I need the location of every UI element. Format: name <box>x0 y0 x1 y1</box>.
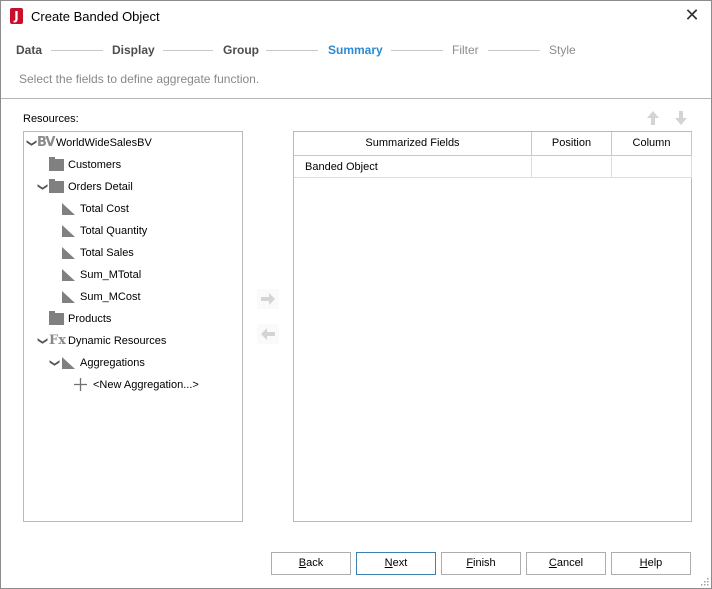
measure-icon <box>62 291 75 303</box>
resize-grip-icon[interactable] <box>699 576 709 586</box>
step-connector <box>266 50 318 51</box>
tree-item-total-sales[interactable]: Total Sales <box>24 243 242 263</box>
button-rest: elp <box>647 557 663 569</box>
button-rest: inish <box>473 557 496 569</box>
step-connector <box>163 50 213 51</box>
step-connector <box>391 50 443 51</box>
tree-item-orders-detail[interactable]: ❯ Orders Detail <box>24 177 242 197</box>
tree-item-aggregations[interactable]: ❯ Aggregations <box>24 353 242 373</box>
tree-item-label: WorldWideSalesBV <box>56 137 152 149</box>
move-down-button[interactable] <box>670 108 692 128</box>
finish-button[interactable]: Finish <box>441 552 521 575</box>
tree-item-label: Sum_MTotal <box>80 269 142 281</box>
tree-item-label: Sum_MCost <box>80 291 141 303</box>
tree-item-label: Aggregations <box>80 357 145 369</box>
tree-item-label: Orders Detail <box>68 181 133 193</box>
table-cell-position[interactable] <box>532 156 612 178</box>
folder-icon <box>49 311 64 325</box>
measure-icon <box>62 247 75 259</box>
step-style: Style <box>549 43 576 57</box>
tree-item-sum-mtotal[interactable]: Sum_MTotal <box>24 265 242 285</box>
cancel-button[interactable]: Cancel <box>526 552 606 575</box>
column-header-summarized-fields[interactable]: Summarized Fields <box>294 132 532 156</box>
function-icon: Fx <box>49 333 66 348</box>
tree-item-label: Dynamic Resources <box>68 335 167 347</box>
mnemonic: B <box>298 557 307 569</box>
tree-item-worldwidesalesbv[interactable]: ❯ BV WorldWideSalesBV <box>24 133 242 153</box>
tree-item-total-cost[interactable]: Total Cost <box>24 199 242 219</box>
button-rest: ancel <box>556 557 584 569</box>
tree-item-products[interactable]: Products <box>24 309 242 329</box>
tree-item-label: Total Quantity <box>80 225 148 237</box>
measure-icon <box>62 225 75 237</box>
tree-item-dynamic-resources[interactable]: ❯ Fx Dynamic Resources <box>24 331 242 351</box>
resources-label: Resources: <box>23 113 79 125</box>
header-divider <box>1 98 711 99</box>
tree-item-label: Customers <box>68 159 122 171</box>
measure-icon <box>62 269 75 281</box>
next-button[interactable]: Next <box>356 552 436 575</box>
tree-item-label: <New Aggregation...> <box>93 379 199 391</box>
step-display: Display <box>112 43 155 57</box>
column-header-position[interactable]: Position <box>532 132 612 156</box>
plus-icon <box>74 378 87 391</box>
mnemonic: N <box>384 557 393 569</box>
arrow-down-icon <box>675 111 687 125</box>
step-group: Group <box>223 43 259 57</box>
move-up-button[interactable] <box>642 108 664 128</box>
resources-tree[interactable]: ❯ BV WorldWideSalesBV Customers ❯ Orders… <box>23 131 243 522</box>
app-logo-icon: J <box>10 8 23 24</box>
tree-item-customers[interactable]: Customers <box>24 155 242 175</box>
add-field-button[interactable] <box>257 289 279 309</box>
folder-icon <box>49 157 64 171</box>
dialog-title: Create Banded Object <box>31 9 160 24</box>
table-cell-column[interactable] <box>612 156 692 178</box>
step-connector <box>488 50 540 51</box>
column-header-column[interactable]: Column <box>612 132 692 156</box>
button-rest: ext <box>392 557 408 569</box>
help-button[interactable]: Help <box>611 552 691 575</box>
back-button[interactable]: Back <box>271 552 351 575</box>
tree-item-sum-mcost[interactable]: Sum_MCost <box>24 287 242 307</box>
mnemonic: H <box>639 557 648 569</box>
wizard-steps: Data Display Group Summary Filter Style <box>1 32 711 68</box>
summary-table[interactable]: Summarized Fields Position Column Banded… <box>293 131 692 522</box>
arrow-up-icon <box>647 111 659 125</box>
title-bar: J Create Banded Object ✕ <box>1 1 711 32</box>
measure-icon <box>62 357 75 369</box>
table-cell-field[interactable]: Banded Object <box>294 156 532 178</box>
tree-item-label: Total Sales <box>80 247 134 259</box>
tree-item-label: Total Cost <box>80 203 129 215</box>
dialog-window: J Create Banded Object ✕ Data Display Gr… <box>0 0 712 589</box>
measure-icon <box>62 203 75 215</box>
step-connector <box>51 50 103 51</box>
remove-field-button[interactable] <box>257 324 279 344</box>
step-instructions: Select the fields to define aggregate fu… <box>19 72 260 86</box>
close-button[interactable]: ✕ <box>679 4 705 28</box>
tree-item-new-aggregation[interactable]: <New Aggregation...> <box>24 375 242 395</box>
step-summary: Summary <box>328 43 383 57</box>
step-data: Data <box>16 43 43 57</box>
tree-item-total-quantity[interactable]: Total Quantity <box>24 221 242 241</box>
mnemonic: C <box>548 557 557 569</box>
step-filter: Filter <box>452 43 479 57</box>
button-rest: ack <box>306 557 324 569</box>
tree-item-label: Products <box>68 313 112 325</box>
folder-open-icon <box>49 179 64 193</box>
business-view-icon: BV <box>37 135 55 150</box>
